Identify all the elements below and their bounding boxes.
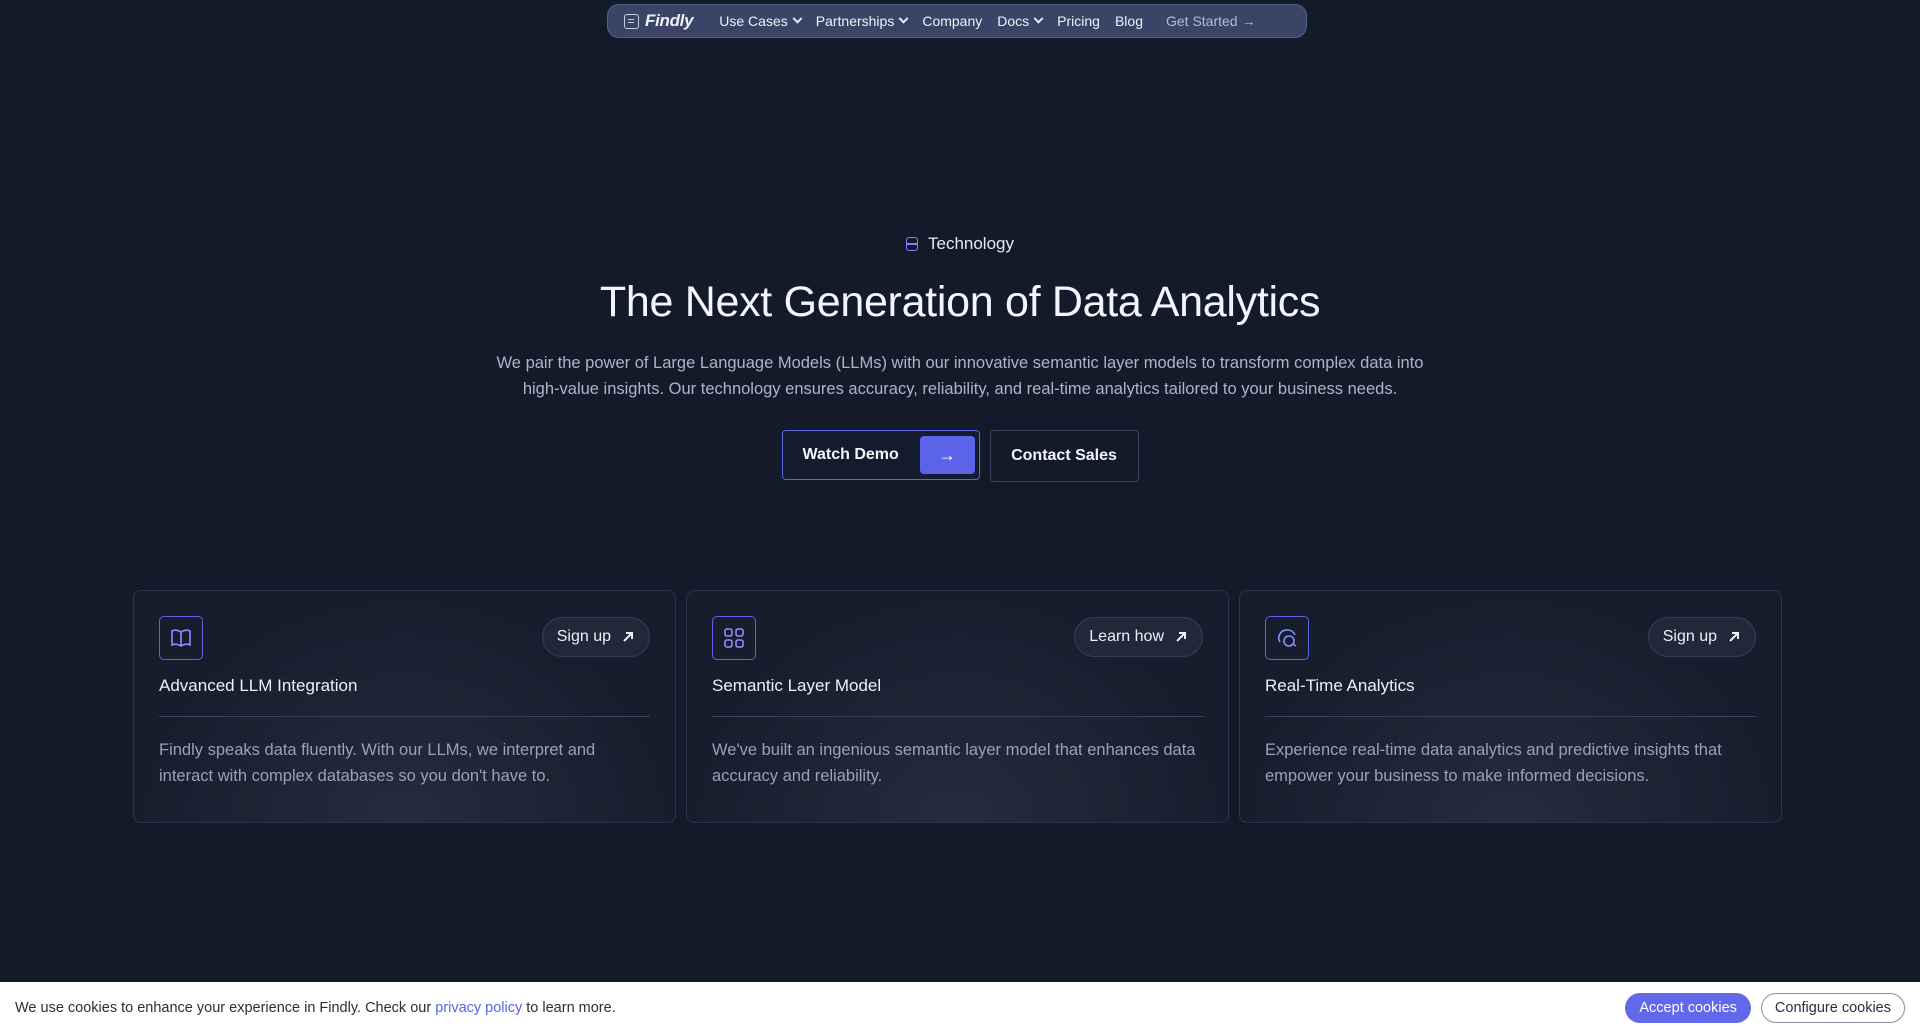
cookie-text-after: to learn more. [526, 1000, 616, 1016]
nav-item-label: Use Cases [719, 13, 788, 29]
contact-sales-button[interactable]: Contact Sales [989, 430, 1139, 482]
accept-cookies-button[interactable]: Accept cookies [1625, 993, 1751, 1023]
eyebrow-label: Technology [927, 234, 1014, 253]
nav-item-blog[interactable]: Blog [1115, 13, 1143, 29]
hero-subtitle-line: We pair the power of Large Language Mode… [496, 354, 1424, 372]
cookie-banner: We use cookies to enhance your experienc… [0, 982, 1920, 1034]
chevron-down-icon [792, 13, 803, 24]
learn-how-button[interactable]: Learn how [1074, 617, 1203, 657]
learn-how-label: Learn how [1089, 628, 1164, 645]
feature-cards: Sign up Advanced LLM Integration Findly … [133, 590, 1782, 823]
divider [159, 716, 650, 717]
brand-logo[interactable]: Findly [624, 11, 694, 31]
brand-name: Findly [645, 11, 694, 30]
card-title: Advanced LLM Integration [159, 676, 358, 695]
card-description: Experience real-time data analytics and … [1265, 741, 1722, 785]
nav-item-pricing[interactable]: Pricing [1057, 13, 1100, 29]
divider [1265, 716, 1756, 717]
nav-item-label: Company [922, 13, 983, 29]
chevron-down-icon [898, 13, 909, 24]
book-icon [159, 616, 203, 660]
nav-item-company[interactable]: Company [922, 13, 982, 29]
card-title: Real-Time Analytics [1265, 676, 1415, 695]
arrow-right-icon: → [919, 436, 975, 474]
nav-item-label: Docs [997, 13, 1030, 29]
hero-subtitle: We pair the power of Large Language Mode… [480, 350, 1440, 402]
nav-item-label: Pricing [1057, 13, 1100, 29]
configure-cookies-button[interactable]: Configure cookies [1760, 993, 1905, 1023]
chat-icon [1265, 616, 1309, 660]
cookie-text: We use cookies to enhance your experienc… [15, 1000, 432, 1016]
nav-item-use-cases[interactable]: Use Cases [719, 13, 803, 29]
get-started-link[interactable]: Get Started → [1166, 13, 1256, 29]
feature-card-realtime: Sign up Real-Time Analytics Experience r… [1239, 590, 1782, 823]
arrow-up-right-icon [623, 632, 633, 642]
database-icon [905, 237, 918, 251]
divider [712, 716, 1203, 717]
logo-icon [624, 13, 639, 29]
sign-up-button[interactable]: Sign up [1647, 617, 1756, 657]
nav-item-label: Blog [1114, 13, 1143, 29]
sign-up-button[interactable]: Sign up [541, 617, 650, 657]
arrow-up-right-icon [1176, 632, 1186, 642]
feature-card-llm: Sign up Advanced LLM Integration Findly … [133, 590, 676, 823]
grid-icon [712, 616, 756, 660]
get-started-label: Get Started [1165, 13, 1238, 29]
top-nav: Findly Use Cases Partnerships Company Do… [607, 4, 1307, 38]
arrow-up-right-icon [1729, 632, 1739, 642]
arrow-right-icon: → [1241, 13, 1256, 29]
watch-demo-button[interactable]: Watch Demo → [781, 430, 980, 480]
section-eyebrow: Technology [0, 234, 1920, 254]
nav-item-partnerships[interactable]: Partnerships [815, 13, 909, 29]
card-description: We've built an ingenious semantic layer … [712, 741, 1196, 785]
privacy-policy-link[interactable]: privacy policy [435, 1000, 522, 1016]
nav-item-docs[interactable]: Docs [997, 13, 1044, 29]
sign-up-label: Sign up [556, 628, 611, 645]
chevron-down-icon [1033, 13, 1044, 24]
card-title: Semantic Layer Model [712, 676, 882, 695]
watch-demo-label: Watch Demo [802, 446, 899, 463]
card-description: Findly speaks data fluently. With our LL… [159, 741, 596, 785]
feature-card-semantic: Learn how Semantic Layer Model We've bui… [686, 590, 1229, 823]
sign-up-label: Sign up [1662, 628, 1717, 645]
hero-cta-row: Watch Demo → Contact Sales [0, 430, 1920, 482]
nav-item-label: Partnerships [815, 13, 895, 29]
page-title: The Next Generation of Data Analytics [599, 278, 1321, 326]
hero-subtitle-line: high-value insights. Our technology ensu… [522, 380, 1398, 398]
